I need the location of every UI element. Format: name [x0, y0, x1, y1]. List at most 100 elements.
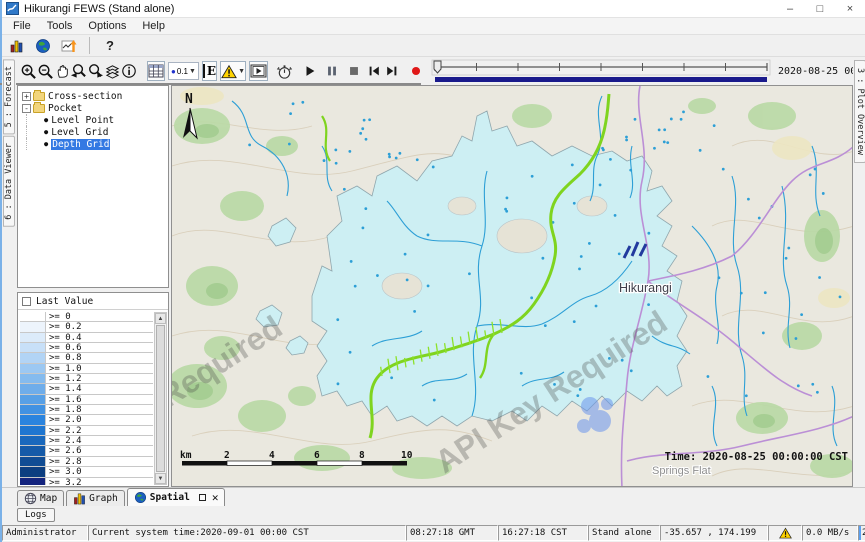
legend-row: >= 0.2 [20, 322, 153, 332]
tree-node-level-point[interactable]: ●Level Point [18, 114, 168, 126]
status-download-rate: 0.0 MB/s [802, 525, 858, 541]
tab-graph[interactable]: Graph [66, 490, 125, 506]
map-time-label: Time: 2020-08-25 00:00:00 CST [665, 451, 848, 463]
menu-item-tools[interactable]: Tools [39, 20, 81, 32]
step-forward-button[interactable] [385, 61, 399, 81]
tab-forecast[interactable]: 5 : Forecast [3, 59, 15, 134]
legend-color-swatch [20, 478, 46, 486]
legend-threshold-label: >= 0.4 [46, 333, 82, 342]
tree-node-label: Cross-section [48, 91, 122, 102]
legend-scrollbar[interactable]: ▲ ▼ [154, 312, 167, 485]
legend-color-swatch [20, 333, 46, 342]
tab-graph-label: Graph [89, 493, 118, 504]
zoom-next-button[interactable] [87, 61, 104, 81]
scroll-up-icon[interactable]: ▲ [155, 313, 166, 324]
map-view[interactable]: API Key Required API Key Required N km 2… [171, 85, 853, 487]
menu-bar: FileToolsOptionsHelp [2, 18, 865, 35]
grid-display-button[interactable] [147, 61, 165, 81]
last-value-checkbox[interactable] [22, 297, 31, 306]
legend-color-swatch [20, 457, 46, 466]
pause-icon [325, 64, 339, 78]
legend-threshold-label: >= 2.6 [46, 446, 82, 455]
svg-text:4: 4 [269, 450, 275, 461]
timeline-slider[interactable] [431, 59, 771, 84]
logs-row: Logs [2, 506, 865, 524]
pause-button[interactable] [325, 61, 339, 81]
bullet-icon: ● [44, 140, 48, 148]
minimize-button[interactable]: – [775, 0, 805, 17]
status-local-time: 16:27:18 CST [498, 525, 588, 541]
menu-item-file[interactable]: File [5, 20, 39, 32]
folder-icon [33, 104, 45, 113]
status-gmt-time: 08:27:18 GMT [406, 525, 498, 541]
threshold-dropdown[interactable]: ● 0.1 ▼ [168, 62, 199, 80]
zoom-previous-button[interactable] [70, 61, 87, 81]
tab-spatial[interactable]: Spatial ✕ [127, 488, 226, 506]
legend-row: >= 0.4 [20, 333, 153, 343]
tab-close-icon[interactable]: ✕ [212, 491, 219, 504]
legend-row: >= 2.4 [20, 436, 153, 446]
tree-node-label: Level Point [51, 115, 114, 126]
timeline-handle[interactable] [434, 61, 441, 73]
tab-map[interactable]: Map [17, 490, 64, 506]
legend-color-swatch [20, 374, 46, 383]
expand-icon[interactable]: + [22, 92, 31, 101]
status-coordinates: -35.657 , 174.199 [660, 525, 768, 541]
legend-color-swatch [20, 353, 46, 362]
tree-node-pocket[interactable]: -Pocket [18, 102, 168, 114]
stop-button[interactable] [347, 61, 361, 81]
play-button[interactable] [303, 61, 317, 81]
pan-button[interactable] [54, 61, 70, 81]
legend-toggle-button[interactable]: E [202, 61, 217, 81]
warnings-dropdown[interactable]: ▼ [220, 61, 246, 81]
legend-row: >= 3.0 [20, 467, 153, 477]
record-button[interactable] [409, 61, 423, 81]
legend-color-swatch [20, 395, 46, 404]
maximize-button[interactable]: □ [805, 0, 835, 17]
tab-maximize-icon[interactable] [199, 494, 206, 501]
status-memory-gauge: 2.5 GB [858, 525, 865, 541]
status-bar: Administrator Current system time:2020-0… [2, 524, 865, 542]
step-back-button[interactable] [367, 61, 381, 81]
menu-item-help[interactable]: Help [134, 20, 173, 32]
close-button[interactable]: × [835, 0, 865, 17]
logs-button[interactable]: Logs [17, 508, 55, 522]
tree-node-level-grid[interactable]: ●Level Grid [18, 126, 168, 138]
legend-color-swatch [20, 384, 46, 393]
collapse-icon[interactable]: - [22, 104, 31, 113]
legend-threshold-label: >= 2.8 [46, 457, 82, 466]
import-export-button[interactable] [58, 36, 80, 56]
legend-color-swatch [20, 405, 46, 414]
zoom-out-button[interactable] [37, 61, 54, 81]
svg-text:10: 10 [401, 450, 413, 461]
main-toolbar: ? [2, 35, 865, 57]
tree-node-depth-grid[interactable]: ●Depth Grid [18, 138, 168, 150]
legend-row: >= 3.2 [20, 478, 153, 486]
time-navigator-button[interactable] [276, 61, 293, 81]
menu-item-options[interactable]: Options [80, 20, 134, 32]
chevron-down-icon: ▼ [189, 68, 196, 75]
table-grid-icon [148, 64, 164, 78]
animation-button[interactable] [249, 61, 268, 81]
tree-node-label: Depth Grid [51, 139, 110, 150]
tab-data-viewer[interactable]: 6 : Data Viewer [3, 136, 15, 227]
bullet-icon: ● [44, 128, 48, 136]
scroll-down-icon[interactable]: ▼ [155, 473, 166, 484]
database-viewer-button[interactable] [6, 36, 28, 56]
spatial-display-button[interactable] [32, 36, 54, 56]
locality-label: Springs Flat [652, 465, 711, 477]
tab-plot-overview[interactable]: 3 : Plot Overview [854, 60, 865, 163]
legend-row: >= 1.8 [20, 405, 153, 415]
layers-button[interactable] [104, 61, 121, 81]
stopwatch-icon [276, 63, 293, 80]
zoom-in-button[interactable] [20, 61, 37, 81]
scrollbar-thumb[interactable] [156, 325, 165, 472]
legend-row: >= 1.4 [20, 384, 153, 394]
tree-node-cross-section[interactable]: + Cross-section [18, 90, 168, 102]
info-icon [121, 63, 137, 79]
legend-threshold-label: >= 0.8 [46, 353, 82, 362]
status-warning-cell[interactable] [768, 525, 802, 541]
info-button[interactable] [121, 61, 137, 81]
zoom-previous-icon [70, 63, 87, 80]
help-button[interactable]: ? [99, 36, 121, 56]
